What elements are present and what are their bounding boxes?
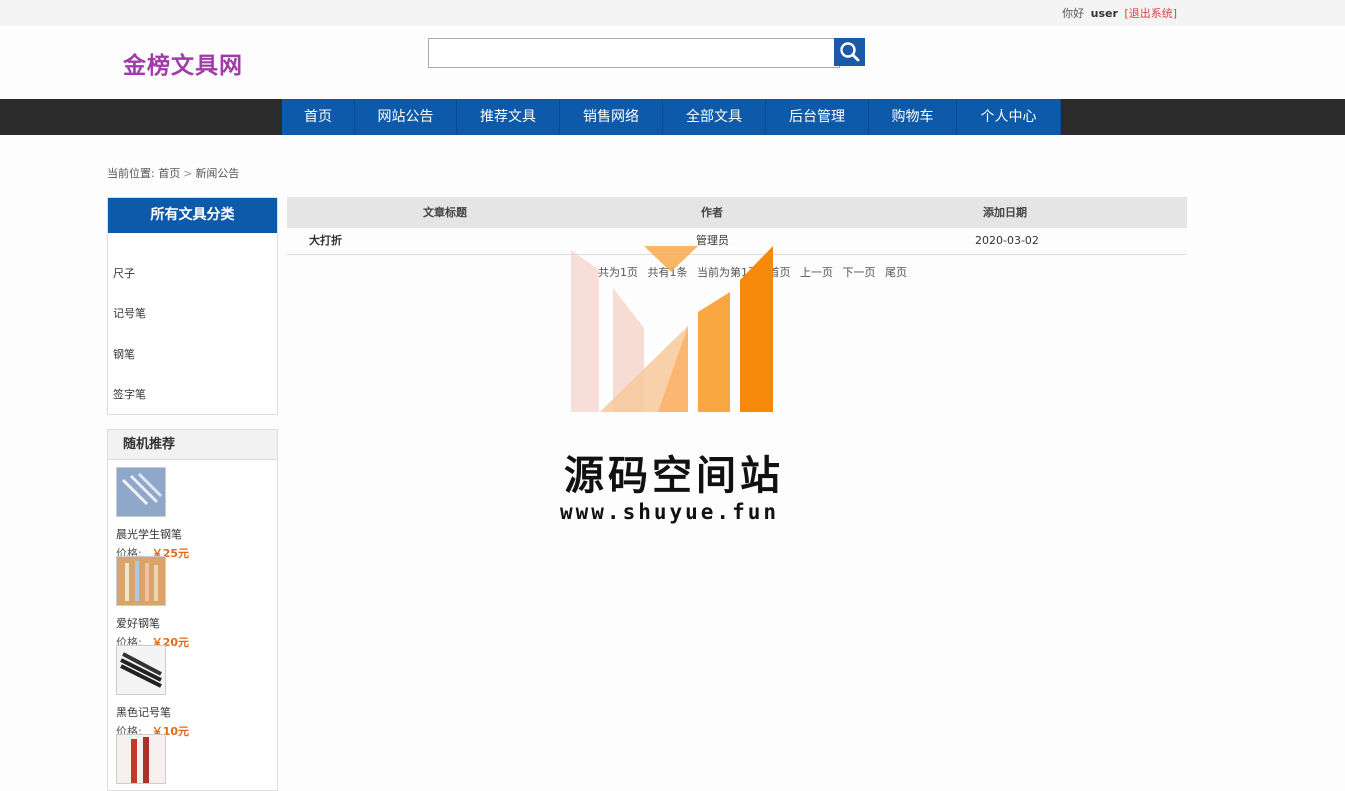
search-button[interactable] xyxy=(834,38,865,66)
category-item[interactable]: 尺子 xyxy=(113,265,135,281)
article-table-header: 文章标题 作者 添加日期 xyxy=(287,197,1187,228)
nav-item[interactable]: 销售网络 xyxy=(560,99,663,135)
site-logo[interactable]: 金榜文具网 xyxy=(123,46,243,80)
search-input[interactable] xyxy=(428,38,840,68)
category-panel: 所有文具分类 尺子 记号笔 钢笔 签字笔 xyxy=(107,197,278,415)
article-date: 2020-03-02 xyxy=(975,234,1039,247)
table-row: 大打折 管理员 2020-03-02 xyxy=(287,228,1187,255)
nav-item[interactable]: 全部文具 xyxy=(663,99,766,135)
breadcrumb-prefix: 当前位置: xyxy=(107,167,155,180)
pager-next[interactable]: 下一页 xyxy=(843,266,876,279)
breadcrumb-current: 新闻公告 xyxy=(195,167,240,180)
column-title: 文章标题 xyxy=(423,206,467,219)
pager-total-items: 共有1条 xyxy=(647,266,688,279)
pager-prev[interactable]: 上一页 xyxy=(800,266,833,279)
pager-first[interactable]: 首页 xyxy=(769,266,791,279)
pagination: 共为1页 共有1条 当前为第1页 首页 上一页 下一页 尾页 xyxy=(598,264,913,280)
breadcrumb-home[interactable]: 首页 xyxy=(158,167,180,180)
product-item[interactable]: 黑色记号笔 价格: ￥10元 xyxy=(116,645,189,739)
breadcrumb-separator: > xyxy=(183,167,193,180)
username: user xyxy=(1090,7,1118,20)
category-item[interactable]: 钢笔 xyxy=(113,346,135,362)
product-item[interactable]: 爱好钢笔 价格: ￥20元 xyxy=(116,556,189,650)
column-author: 作者 xyxy=(701,206,723,219)
product-image[interactable] xyxy=(116,645,166,695)
nav-item[interactable]: 推荐文具 xyxy=(457,99,560,135)
article-title-link[interactable]: 大打折 xyxy=(309,228,342,254)
greeting-text: 你好 xyxy=(1062,7,1085,20)
nav-item[interactable]: 首页 xyxy=(282,99,355,135)
pager-total-pages: 共为1页 xyxy=(598,266,638,279)
category-title: 所有文具分类 xyxy=(108,198,277,233)
search-icon xyxy=(840,42,860,62)
nav-menu: 首页 网站公告 推荐文具 销售网络 全部文具 后台管理 购物车 个人中心 xyxy=(282,99,1061,135)
product-name[interactable]: 爱好钢笔 xyxy=(116,615,189,631)
greeting: 你好 user [退出系统] xyxy=(1062,5,1177,21)
watermark-url: www.shuyue.fun xyxy=(560,500,780,524)
product-item[interactable] xyxy=(116,734,166,788)
nav-item[interactable]: 个人中心 xyxy=(957,99,1061,135)
breadcrumb: 当前位置: 首页 > 新闻公告 xyxy=(107,165,239,181)
column-date: 添加日期 xyxy=(983,206,1027,219)
product-image[interactable] xyxy=(116,467,166,517)
article-author: 管理员 xyxy=(696,234,729,247)
nav-item[interactable]: 后台管理 xyxy=(766,99,869,135)
watermark-title: 源码空间站 xyxy=(564,453,784,499)
logout-link[interactable]: [退出系统] xyxy=(1124,7,1177,20)
main-nav: 首页 网站公告 推荐文具 销售网络 全部文具 后台管理 购物车 个人中心 xyxy=(0,99,1345,135)
recommend-title: 随机推荐 xyxy=(108,430,277,460)
product-name[interactable]: 晨光学生钢笔 xyxy=(116,526,189,542)
product-item[interactable]: 晨光学生钢笔 价格: ￥25元 xyxy=(116,467,189,561)
category-item[interactable]: 签字笔 xyxy=(113,386,146,402)
nav-item[interactable]: 购物车 xyxy=(869,99,957,135)
product-image[interactable] xyxy=(116,734,166,784)
nav-item[interactable]: 网站公告 xyxy=(355,99,457,135)
top-bar: 你好 user [退出系统] xyxy=(0,0,1345,26)
category-item[interactable]: 记号笔 xyxy=(113,305,146,321)
pager-last[interactable]: 尾页 xyxy=(885,266,907,279)
pager-current: 当前为第1页 xyxy=(697,266,759,279)
product-name[interactable]: 黑色记号笔 xyxy=(116,704,189,720)
product-image[interactable] xyxy=(116,556,166,606)
recommend-panel: 随机推荐 晨光学生钢笔 价格:￥25元 爱好钢笔 价格:￥20元 黑色记号笔 xyxy=(107,429,278,791)
